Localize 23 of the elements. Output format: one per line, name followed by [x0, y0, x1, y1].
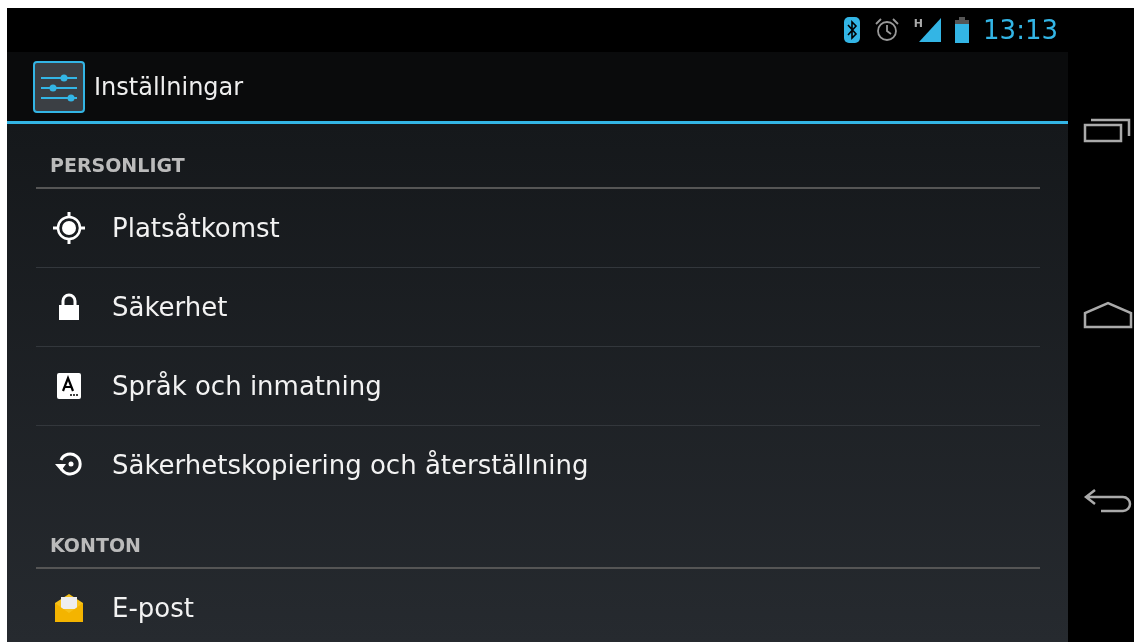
- bluetooth-icon: [843, 17, 860, 43]
- alarm-clock-icon: [873, 17, 900, 43]
- battery-icon: [955, 17, 970, 43]
- item-label: Säkerhetskopiering och återställning: [112, 450, 589, 480]
- home-icon[interactable]: [1083, 301, 1133, 329]
- screen-title: Inställningar: [94, 72, 244, 101]
- crosshair-icon: [52, 211, 86, 245]
- recent-apps-icon[interactable]: [1083, 116, 1133, 145]
- settings-item[interactable]: Säkerhetskopiering och återställning: [36, 426, 1040, 504]
- settings-item[interactable]: Språk och inmatning: [36, 347, 1040, 426]
- clock-time: 13:13: [983, 15, 1058, 45]
- section-header: PERSONLIGT: [36, 124, 1040, 189]
- item-label: E-post: [112, 593, 194, 623]
- network-type-label: H: [913, 18, 924, 30]
- section-header: KONTON: [36, 504, 1040, 569]
- settings-item[interactable]: Platsåtkomst: [36, 189, 1040, 268]
- envelope-icon: [52, 591, 86, 625]
- item-label: Språk och inmatning: [112, 371, 382, 401]
- item-label: Säkerhet: [112, 292, 228, 322]
- item-label: Platsåtkomst: [112, 213, 280, 243]
- settings-item[interactable]: E-post: [36, 569, 1040, 642]
- settings-icon[interactable]: [33, 60, 85, 113]
- settings-item[interactable]: Säkerhet: [36, 268, 1040, 347]
